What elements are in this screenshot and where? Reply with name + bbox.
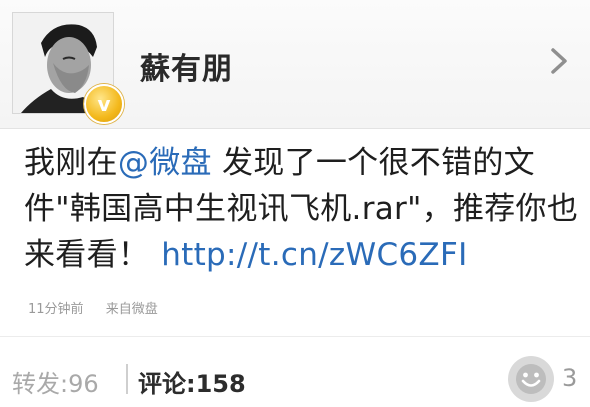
action-separator: [126, 364, 128, 394]
like-count: 3: [562, 364, 578, 392]
post-meta: 11分钟前 来自微盘: [28, 298, 176, 317]
mention-link[interactable]: @微盘: [118, 145, 212, 181]
post-text-intro: 我刚在: [24, 145, 118, 181]
smiley-icon: [516, 364, 546, 394]
chevron-right-icon[interactable]: [548, 46, 570, 76]
divider: [0, 336, 590, 337]
avatar-container[interactable]: v: [12, 12, 124, 124]
weibo-post-screen: v 蘇有朋 我刚在@微盘 发现了一个很不错的文件"韩国高中生视讯飞机.rar"，…: [0, 0, 590, 407]
profile-header[interactable]: v 蘇有朋: [0, 0, 590, 129]
repost-count[interactable]: 转发:96: [12, 364, 99, 399]
short-url-link[interactable]: http://t.cn/zWC6ZFI: [161, 237, 467, 273]
verified-badge-icon: v: [84, 84, 124, 124]
action-bar: 转发:96 评论:158 3: [0, 350, 590, 407]
post-time: 11分钟前: [28, 302, 84, 317]
post-source[interactable]: 来自微盘: [106, 302, 158, 317]
like-button[interactable]: [508, 356, 554, 402]
comment-count[interactable]: 评论:158: [138, 364, 246, 399]
post-text: 我刚在@微盘 发现了一个很不错的文件"韩国高中生视讯飞机.rar"，推荐你也来看…: [24, 140, 580, 278]
username[interactable]: 蘇有朋: [140, 44, 233, 88]
